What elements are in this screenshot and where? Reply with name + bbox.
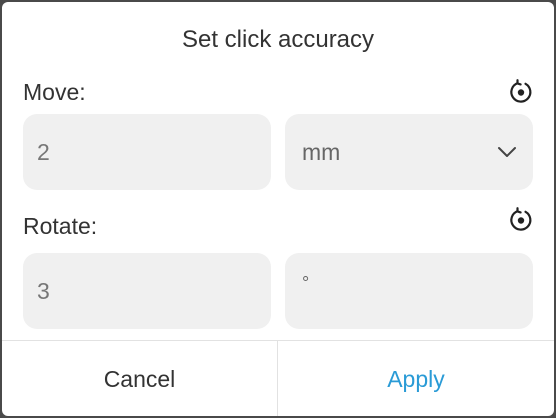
rotate-label: Rotate:: [23, 213, 98, 239]
chevron-down-icon: [498, 147, 516, 157]
move-value-field[interactable]: [23, 114, 271, 190]
cancel-button[interactable]: Cancel: [2, 341, 277, 416]
move-unit-value: mm: [302, 139, 341, 165]
move-reset-button[interactable]: [506, 77, 536, 107]
click-accuracy-dialog: Set click accuracy Move: mm Rotate: ° Ca…: [2, 2, 554, 416]
move-label: Move:: [23, 79, 86, 105]
rotate-value-input[interactable]: [37, 253, 237, 329]
move-value-input[interactable]: [37, 114, 237, 190]
rotate-reset-button[interactable]: [506, 205, 536, 235]
reset-icon: [510, 207, 532, 231]
apply-button[interactable]: Apply: [278, 341, 554, 416]
reset-icon: [510, 79, 532, 103]
dialog-title: Set click accuracy: [181, 26, 375, 53]
rotate-unit-field: °: [285, 253, 533, 329]
move-unit-dropdown[interactable]: mm: [285, 114, 533, 190]
rotate-value-field[interactable]: [23, 253, 271, 329]
dialog-footer: Cancel Apply: [2, 340, 554, 416]
rotate-unit-value: °: [302, 273, 310, 293]
